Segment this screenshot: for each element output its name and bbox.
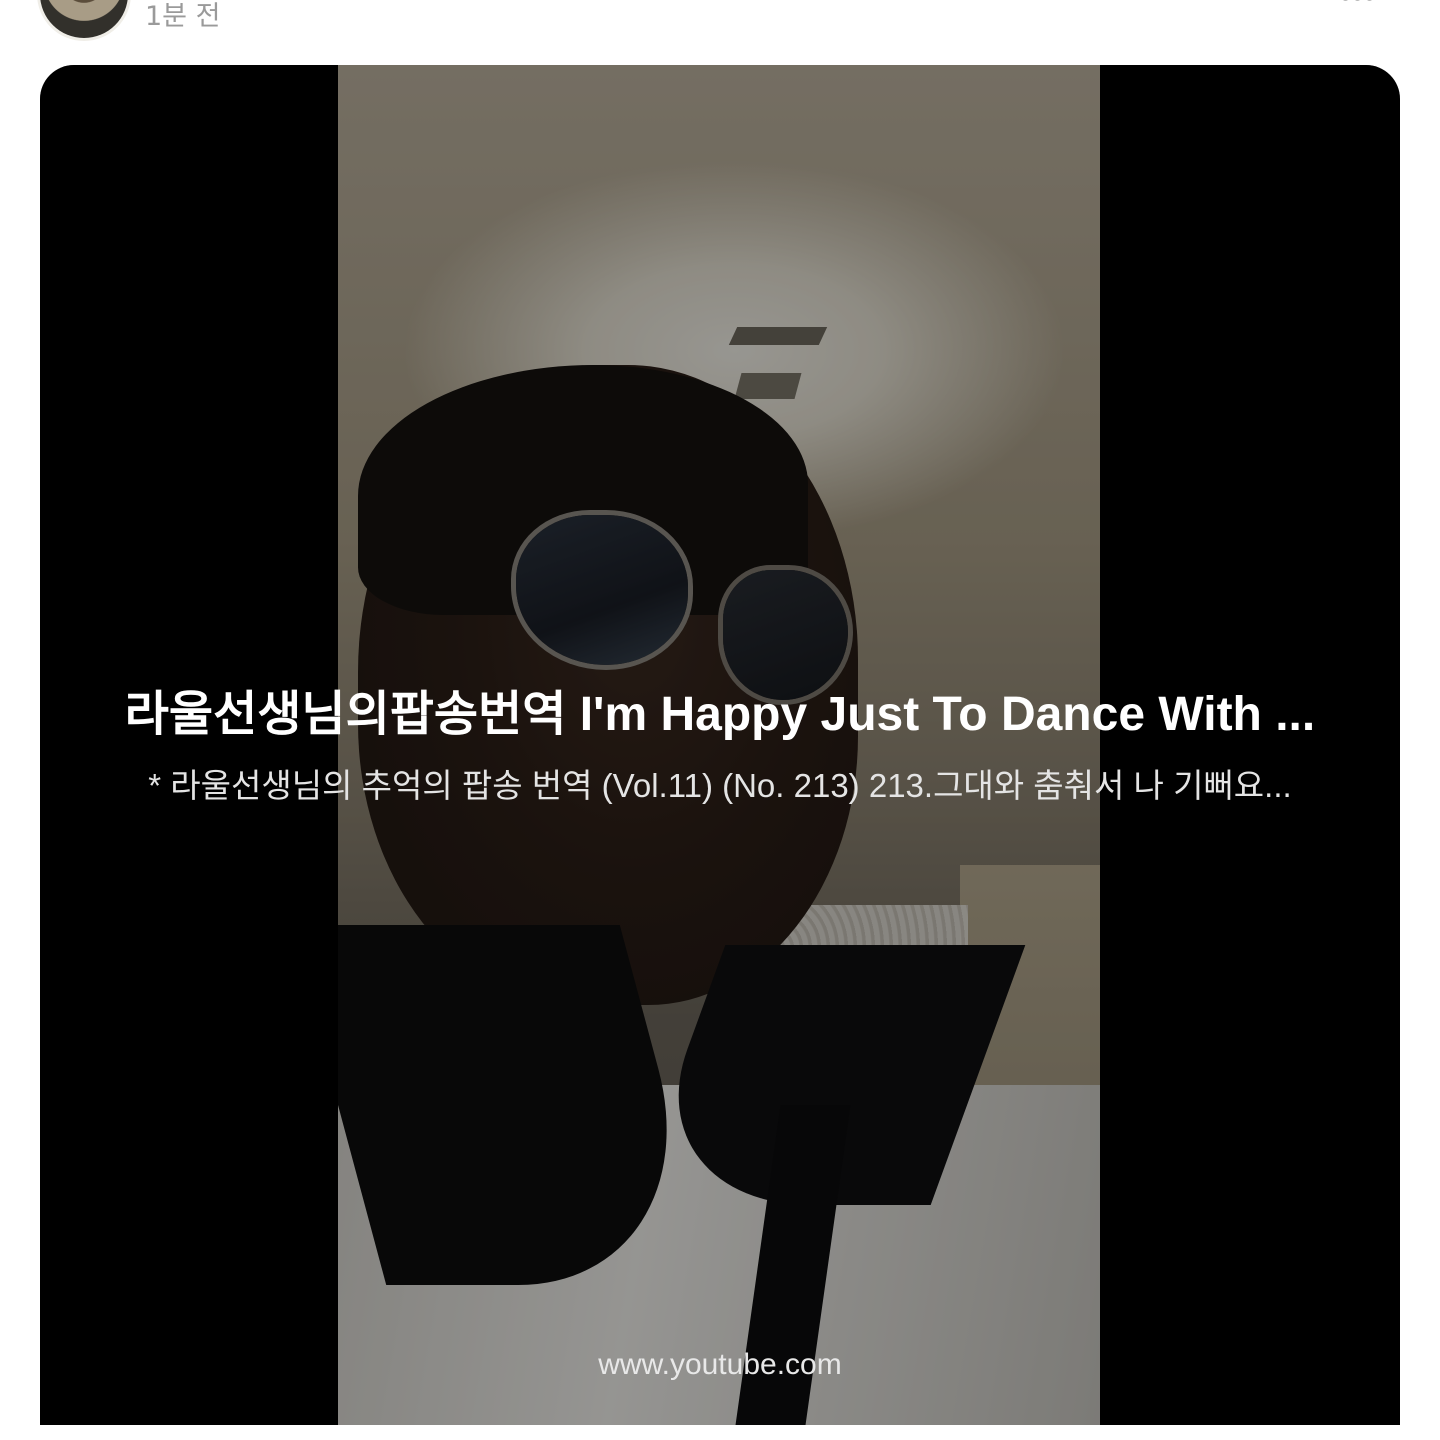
link-description: * 라울선생님의 추억의 팝송 번역 (Vol.11) (No. 213) 21… (148, 767, 1292, 804)
more-horizontal-icon[interactable] (1342, 0, 1382, 6)
link-title: 라울선생님의팝송번역 I'm Happy Just To Dance With … (124, 688, 1316, 741)
avatar[interactable] (40, 0, 128, 38)
post-timestamp: 1분 전 (145, 1, 221, 32)
link-preview-card[interactable]: 라울선생님의팝송번역 I'm Happy Just To Dance With … (40, 65, 1400, 1425)
post-header: 1분 전 (0, 0, 1440, 60)
link-source: www.youtube.com (598, 1348, 842, 1381)
thumbnail-overlay (40, 65, 1400, 1425)
